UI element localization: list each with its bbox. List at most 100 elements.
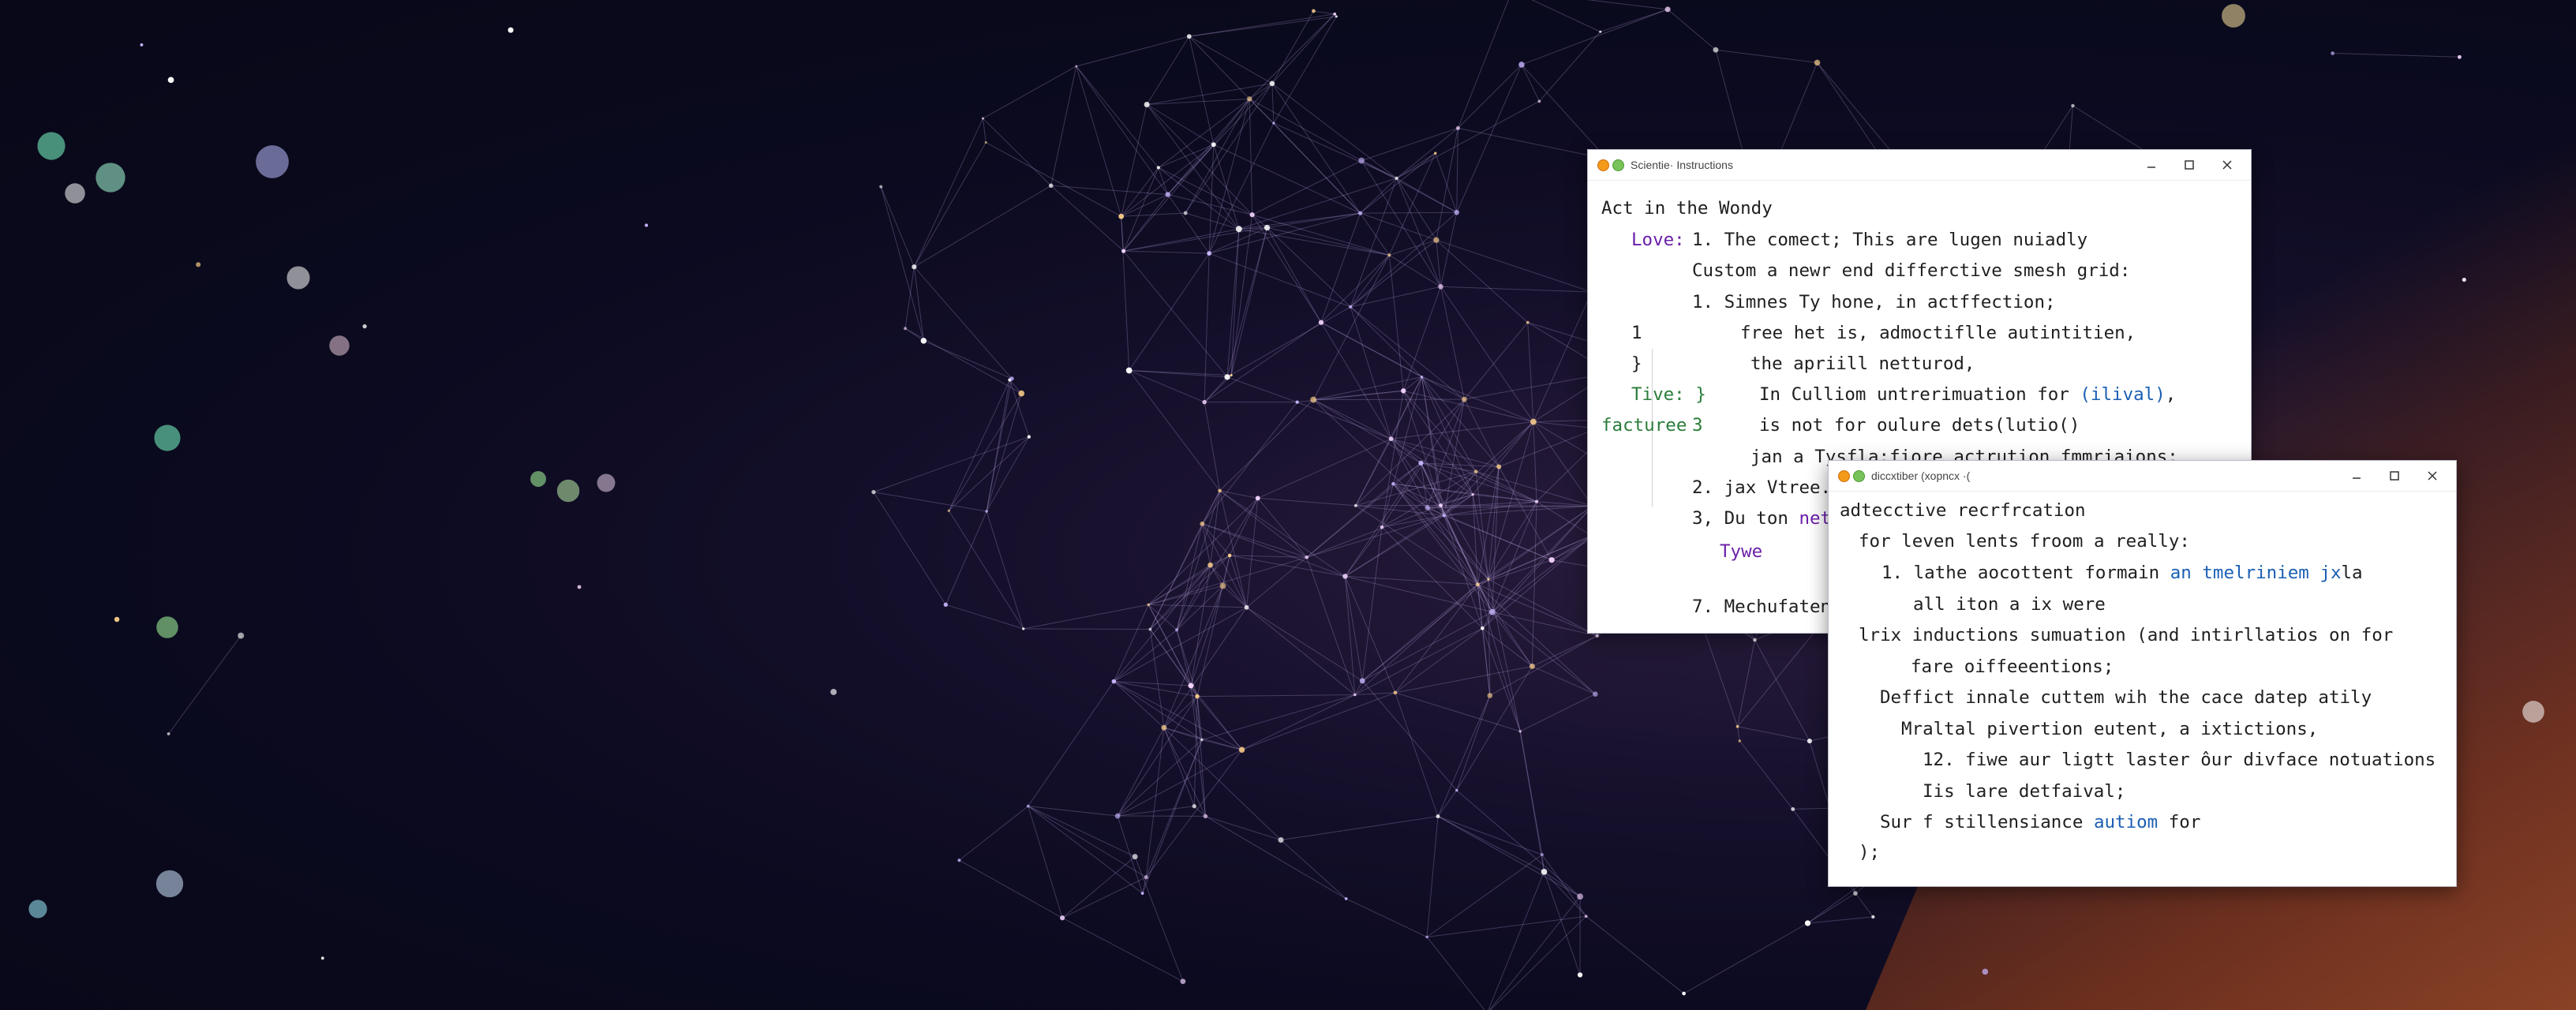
network-node bbox=[1118, 213, 1125, 219]
network-node bbox=[1537, 99, 1541, 103]
network-node bbox=[1174, 628, 1179, 632]
maximize-button[interactable] bbox=[2170, 150, 2208, 180]
network-node bbox=[1114, 813, 1121, 819]
maximize-button[interactable] bbox=[2376, 461, 2413, 491]
network-node bbox=[1202, 399, 1207, 405]
link-text: (ilival) bbox=[2080, 384, 2166, 405]
title-bar[interactable]: Scientie· Instructions bbox=[1588, 150, 2251, 181]
network-node bbox=[1436, 814, 1440, 819]
glow-orb bbox=[597, 473, 616, 492]
window-title: Scientie· Instructions bbox=[1631, 159, 1733, 171]
code-line: ); bbox=[1859, 842, 1881, 862]
code-editor[interactable]: adtecctive recrfrcation for leven lents … bbox=[1829, 492, 2456, 886]
code-line: Iis lare detfaival; bbox=[1923, 781, 2126, 802]
network-node bbox=[830, 688, 837, 695]
network-node bbox=[1125, 367, 1133, 374]
code-line: 1. lathe aocottent formain an tmelriniem… bbox=[1881, 563, 2363, 583]
network-node bbox=[1230, 373, 1233, 377]
network-node bbox=[1318, 320, 1324, 325]
network-node bbox=[2331, 51, 2334, 55]
network-node bbox=[1235, 226, 1242, 233]
network-node bbox=[1425, 935, 1428, 939]
dictionary-window[interactable]: diccxtiber (xopncx ·( adtecctive recrfrc… bbox=[1828, 460, 2457, 887]
network-node bbox=[1418, 460, 1424, 466]
maximize-icon bbox=[2390, 471, 2399, 481]
code-line: for leven lents froom a really: bbox=[1859, 531, 2190, 552]
network-node bbox=[1488, 608, 1496, 615]
network-node bbox=[140, 43, 144, 47]
network-node bbox=[1454, 209, 1460, 215]
code-line: Tywe bbox=[1720, 536, 1762, 567]
minimize-icon bbox=[2353, 477, 2361, 479]
network-node bbox=[879, 185, 883, 189]
network-node bbox=[1530, 418, 1537, 425]
glow-orb bbox=[530, 471, 546, 487]
code-line: 1. Simnes Ty hone, in actffection; bbox=[1692, 292, 2056, 312]
network-node bbox=[943, 602, 949, 608]
network-node bbox=[1295, 400, 1299, 404]
network-node bbox=[1420, 376, 1424, 379]
network-node bbox=[1246, 96, 1252, 102]
code-line: 12. fiwe aur ligtt laster ôur divface no… bbox=[1923, 750, 2436, 770]
network-node bbox=[1425, 505, 1430, 511]
network-node bbox=[1027, 435, 1032, 439]
minimize-button[interactable] bbox=[2338, 461, 2376, 491]
network-node bbox=[1548, 557, 1555, 563]
network-node bbox=[1433, 152, 1437, 155]
network-node bbox=[1471, 493, 1474, 496]
code-line: 7. Mechufaten bbox=[1692, 597, 1832, 617]
network-node bbox=[1144, 101, 1150, 108]
maximize-icon bbox=[2185, 160, 2194, 170]
network-node bbox=[1475, 582, 1480, 587]
glow-orb bbox=[155, 870, 184, 898]
network-node bbox=[1455, 788, 1458, 792]
network-node bbox=[1203, 814, 1208, 819]
network-node bbox=[1526, 320, 1530, 324]
app-icon-orange bbox=[1597, 159, 1609, 171]
network-node bbox=[167, 77, 174, 84]
network-node bbox=[985, 510, 988, 513]
network-node bbox=[1272, 122, 1275, 125]
network-node bbox=[1200, 521, 1205, 526]
window-title: diccxtiber (xopncx ·( bbox=[1871, 469, 1971, 482]
network-node bbox=[1682, 991, 1686, 996]
code-line: adtecctive recrfrcation bbox=[1840, 500, 2086, 521]
network-node bbox=[1529, 663, 1535, 669]
code-line: 3 bbox=[1692, 415, 1703, 436]
network-node bbox=[1442, 514, 1446, 518]
title-bar[interactable]: diccxtiber (xopncx ·( bbox=[1829, 461, 2456, 492]
glow-orb bbox=[286, 266, 310, 290]
network-node bbox=[238, 632, 245, 639]
network-node bbox=[1388, 436, 1394, 442]
network-node bbox=[1211, 142, 1216, 148]
network-node bbox=[1121, 249, 1126, 253]
code-line: 1 bbox=[1631, 323, 1642, 343]
network-node bbox=[1195, 694, 1200, 699]
close-button[interactable] bbox=[2208, 150, 2246, 180]
network-node bbox=[871, 489, 876, 495]
network-node bbox=[912, 264, 917, 270]
network-node bbox=[1264, 224, 1271, 231]
close-button[interactable] bbox=[2413, 461, 2451, 491]
code-line: fare oiffeeentions; bbox=[1911, 656, 2114, 677]
code-line: Mraltal pivertion eutent, a ixtictions, bbox=[1901, 719, 2319, 739]
link-text: autiom bbox=[2093, 812, 2159, 832]
network-node bbox=[1200, 738, 1204, 742]
network-node bbox=[1312, 9, 1316, 13]
minimize-button[interactable] bbox=[2132, 150, 2170, 180]
network-node bbox=[1982, 968, 1989, 975]
network-node bbox=[1132, 854, 1138, 860]
code-line: lrix inductions sumuation (and intirllat… bbox=[1859, 625, 2394, 645]
network-node bbox=[1186, 34, 1192, 39]
code-line: facturee bbox=[1601, 410, 1687, 441]
app-icon-green bbox=[1612, 159, 1624, 171]
network-node bbox=[1075, 65, 1078, 68]
network-node bbox=[1439, 503, 1443, 507]
glow-orb bbox=[256, 145, 289, 178]
network-node bbox=[1358, 157, 1365, 164]
network-node bbox=[1387, 253, 1391, 257]
network-node bbox=[1165, 192, 1170, 197]
glow-orb bbox=[329, 335, 350, 356]
network-node bbox=[1487, 578, 1490, 581]
network-node bbox=[1804, 920, 1811, 926]
